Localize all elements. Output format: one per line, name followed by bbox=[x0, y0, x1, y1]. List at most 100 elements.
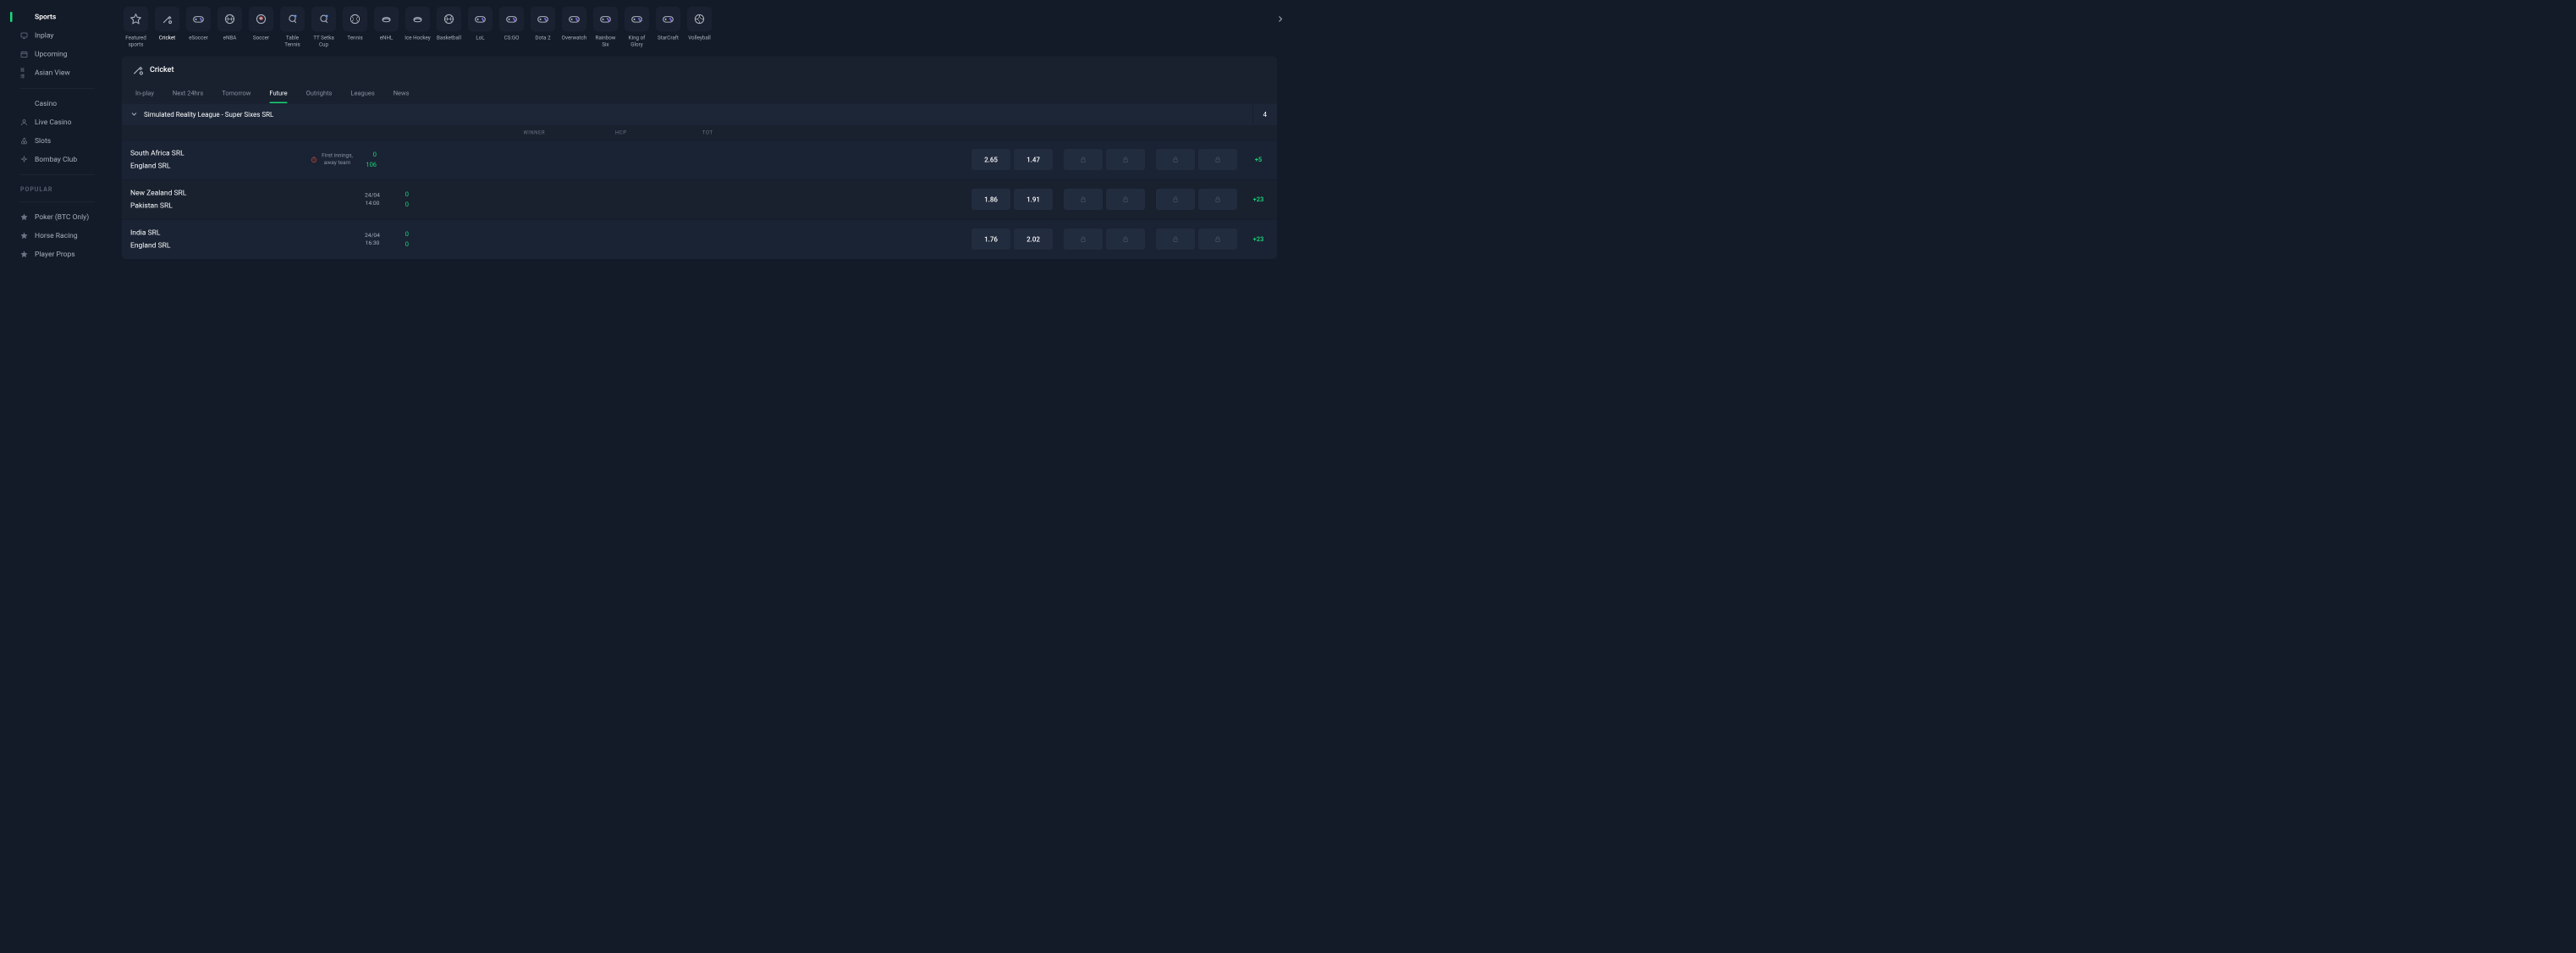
lock-icon bbox=[1122, 236, 1129, 243]
tab-next-hrs[interactable]: Next 24hrs bbox=[163, 83, 212, 102]
odd-locked bbox=[1198, 229, 1237, 250]
odd-locked bbox=[1156, 149, 1195, 170]
sparkle-icon bbox=[20, 156, 28, 163]
lock-icon bbox=[1080, 236, 1087, 243]
lock-icon bbox=[1172, 196, 1179, 203]
sidebar-item-asian-view[interactable]: 赛博Asian View bbox=[0, 63, 114, 82]
sport-cs-go[interactable]: CS:GO bbox=[498, 7, 526, 48]
tab-news[interactable]: News bbox=[384, 83, 419, 102]
sport-enhl[interactable]: eNHL bbox=[372, 7, 400, 48]
sidebar-item-slots[interactable]: Slots bbox=[0, 132, 114, 151]
sidebar-item-live-casino[interactable]: Live Casino bbox=[0, 113, 114, 132]
sport-ice-hockey[interactable]: Ice Hockey bbox=[404, 7, 432, 48]
lock-icon bbox=[1122, 157, 1129, 163]
odd-locked bbox=[1156, 189, 1195, 210]
sport-featured-sports[interactable]: Featured sports bbox=[122, 7, 150, 48]
sport-panel: Cricket In-playNext 24hrsTomorrowFutureO… bbox=[122, 56, 1277, 259]
sidebar-item-upcoming[interactable]: Upcoming bbox=[0, 45, 114, 63]
match-row: India SRL England SRL 24/0416:30 0 0 1.7… bbox=[122, 219, 1277, 259]
tab-outrights[interactable]: Outrights bbox=[297, 83, 342, 102]
sport-king-of-glory[interactable]: King of Glory bbox=[623, 7, 651, 48]
odd-button[interactable]: 1.47 bbox=[1014, 149, 1053, 170]
match-teams[interactable]: India SRL England SRL bbox=[130, 226, 304, 252]
odd-button[interactable]: 2.02 bbox=[1014, 229, 1053, 250]
tabs: In-playNext 24hrsTomorrowFutureOutrights… bbox=[122, 83, 1277, 103]
sport-tennis[interactable]: Tennis bbox=[341, 7, 369, 48]
match-row: New Zealand SRL Pakistan SRL 24/0414:00 … bbox=[122, 179, 1277, 219]
sport-overwatch[interactable]: Overwatch bbox=[560, 7, 588, 48]
popular-heading: POPULAR bbox=[0, 181, 114, 196]
market-header: WINNER HCP TOT bbox=[122, 125, 1277, 140]
monitor-icon bbox=[20, 32, 28, 40]
lock-icon bbox=[1122, 196, 1129, 203]
odd-locked bbox=[1198, 189, 1237, 210]
sport-cricket[interactable]: Cricket bbox=[153, 7, 181, 48]
odd-button[interactable]: 1.86 bbox=[972, 189, 1010, 210]
odd-button[interactable]: 1.76 bbox=[972, 229, 1010, 250]
sidebar-item-poker-btc-only-[interactable]: Poker (BTC Only) bbox=[0, 208, 114, 227]
sidebar-item-inplay[interactable]: Inplay bbox=[0, 26, 114, 45]
more-markets-link[interactable]: +5 bbox=[1248, 156, 1269, 163]
gamepad-icon bbox=[475, 14, 486, 25]
odd-locked bbox=[1156, 229, 1195, 250]
odd-locked bbox=[1106, 229, 1145, 250]
sport-table-tennis[interactable]: Table Tennis bbox=[278, 7, 306, 48]
tab-leagues[interactable]: Leagues bbox=[341, 83, 383, 102]
sidebar: SportsInplayUpcoming赛博Asian View CasinoL… bbox=[0, 0, 114, 476]
puck-icon bbox=[412, 14, 423, 25]
divider bbox=[19, 88, 95, 89]
match-time: 24/0416:30 bbox=[360, 231, 385, 247]
more-markets-link[interactable]: +23 bbox=[1248, 235, 1269, 243]
odd-button[interactable]: 2.65 bbox=[972, 149, 1010, 170]
tennis-icon bbox=[350, 14, 361, 25]
sidebar-item-horse-racing[interactable]: Horse Racing bbox=[0, 227, 114, 245]
odd-locked bbox=[1064, 149, 1103, 170]
tab-tomorrow[interactable]: Tomorrow bbox=[212, 83, 260, 102]
sport-dota-[interactable]: Dota 2 bbox=[529, 7, 557, 48]
star-icon bbox=[130, 14, 141, 25]
panel-title: Cricket bbox=[150, 65, 173, 74]
cherry-icon bbox=[20, 137, 28, 145]
lock-icon bbox=[1214, 236, 1221, 243]
sidebar-item-casino[interactable]: Casino bbox=[0, 95, 114, 113]
sport-esoccer[interactable]: eSoccer bbox=[184, 7, 212, 48]
scroll-right-button[interactable] bbox=[1273, 7, 1288, 31]
sidebar-item-bombay-club[interactable]: Bombay Club bbox=[0, 151, 114, 169]
puck-icon bbox=[381, 14, 392, 25]
sport-rainbow-six[interactable]: Rainbow Six bbox=[592, 7, 619, 48]
sport-tt-setka-cup[interactable]: TT Setka Cup bbox=[310, 7, 338, 48]
lock-icon bbox=[1080, 157, 1087, 163]
sport-basketball[interactable]: Basketball bbox=[435, 7, 463, 48]
more-markets-link[interactable]: +23 bbox=[1248, 196, 1269, 203]
tab-in-play[interactable]: In-play bbox=[126, 83, 163, 102]
main-content: Featured sportsCricketeSoccereNBASoccerT… bbox=[114, 0, 1288, 476]
sport-soccer[interactable]: Soccer bbox=[247, 7, 275, 48]
soccer-icon bbox=[256, 14, 267, 25]
odd-button[interactable]: 1.91 bbox=[1014, 189, 1053, 210]
live-clock-icon bbox=[311, 157, 317, 163]
star-fill-icon bbox=[20, 232, 28, 240]
market-tot-label: TOT bbox=[664, 129, 751, 135]
gamepad-icon bbox=[663, 14, 674, 25]
odd-locked bbox=[1064, 229, 1103, 250]
sidebar-item-player-props[interactable]: Player Props bbox=[0, 245, 114, 264]
chevron-right-icon bbox=[1277, 15, 1285, 23]
sport-volleyball[interactable]: Volleyball bbox=[685, 7, 713, 48]
sport-enba[interactable]: eNBA bbox=[216, 7, 244, 48]
match-teams[interactable]: South Africa SRL England SRL bbox=[130, 146, 304, 173]
sport-lol[interactable]: LoL bbox=[466, 7, 494, 48]
sidebar-item-sports[interactable]: Sports bbox=[0, 8, 114, 26]
cricket-icon bbox=[162, 14, 173, 25]
gamepad-icon bbox=[193, 14, 204, 25]
match-teams[interactable]: New Zealand SRL Pakistan SRL bbox=[130, 186, 304, 212]
sport-starcraft[interactable]: StarCraft bbox=[654, 7, 682, 48]
ball-lines-icon bbox=[443, 14, 454, 25]
lock-icon bbox=[1080, 196, 1087, 203]
lock-icon bbox=[1214, 196, 1221, 203]
league-row: Simulated Reality League - Super Sixes S… bbox=[122, 103, 1277, 125]
league-toggle[interactable]: Simulated Reality League - Super Sixes S… bbox=[122, 103, 282, 125]
pingpong-icon bbox=[318, 14, 329, 25]
match-time: 24/0414:00 bbox=[360, 191, 385, 207]
gamepad-icon bbox=[537, 14, 548, 25]
tab-future[interactable]: Future bbox=[260, 83, 296, 102]
